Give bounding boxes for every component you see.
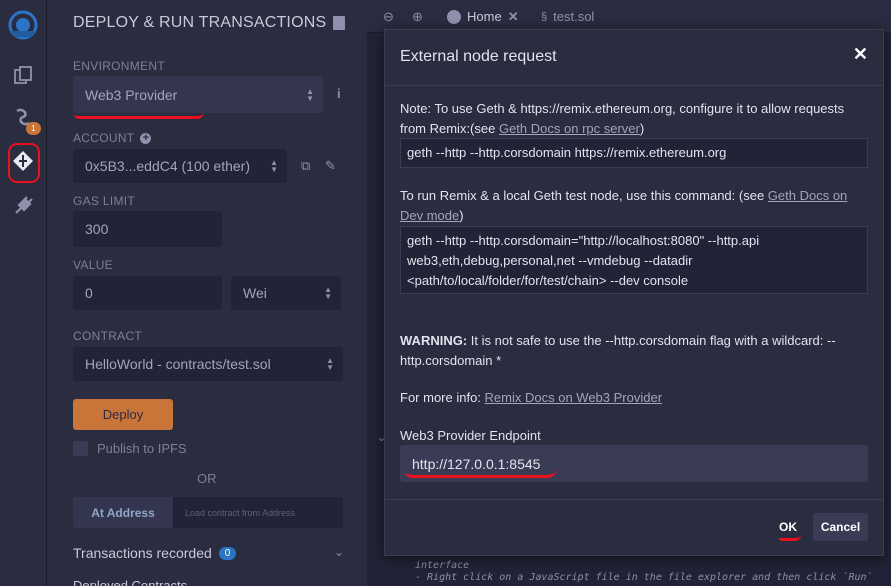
dev-command: geth --http --http.corsdomain="http://lo… [407, 233, 760, 288]
plugin-manager-icon[interactable] [10, 193, 36, 219]
warning-label: WARNING: [400, 333, 468, 348]
publish-ipfs-checkbox[interactable] [73, 441, 88, 456]
info-icon[interactable]: i [337, 86, 341, 101]
value-input[interactable]: 0 [73, 276, 222, 310]
zoom-in-icon[interactable]: ⊕ [412, 9, 423, 25]
copy-icon[interactable]: ⧉ [301, 158, 310, 174]
note-text: Note: To use Geth & https://remix.ethere… [400, 99, 870, 139]
add-account-icon[interactable]: + [140, 132, 152, 144]
account-label-row: ACCOUNT + [73, 131, 152, 145]
deployed-contracts-heading: Deployed Contracts [73, 578, 188, 586]
modal-title: External node request [400, 48, 557, 65]
contract-select[interactable]: HelloWorld - contracts/test.sol ▲ ▼ [73, 347, 343, 381]
select-arrows-icon: ▲ ▼ [306, 86, 314, 103]
transactions-recorded-row[interactable]: Transactions recorded 0 [73, 545, 237, 561]
unit-value: Wei [243, 285, 267, 301]
solidity-file-icon: § [541, 10, 548, 23]
environment-select[interactable]: Web3 Provider ▲ ▼ [73, 76, 323, 113]
contract-value: HelloWorld - contracts/test.sol [85, 356, 271, 372]
tab-test-sol-label: test.sol [553, 9, 595, 24]
icon-rail: 1 [0, 0, 47, 586]
dev-command-box[interactable]: geth --http --http.corsdomain="http://lo… [400, 226, 868, 294]
remix-web3-docs-link[interactable]: Remix Docs on Web3 Provider [485, 390, 663, 405]
deploy-button[interactable]: Deploy [73, 399, 173, 430]
modal-header: External node request ✕ [385, 30, 883, 86]
editor-line: - Right click on a JavaScript file in th… [415, 572, 873, 583]
editor-line: interface [415, 560, 470, 571]
panel-title: DEPLOY & RUN TRANSACTIONS [73, 14, 327, 31]
unit-select[interactable]: Wei ▲ ▼ [231, 276, 341, 310]
home-tab-icon [447, 9, 461, 24]
value-amount: 0 [85, 285, 93, 301]
cancel-button[interactable]: Cancel [813, 513, 868, 541]
geth-command: geth --http --http.corsdomain https://re… [407, 145, 727, 160]
transactions-count-badge: 0 [218, 546, 237, 560]
close-icon[interactable]: ✕ [853, 44, 868, 65]
gas-limit-value: 300 [85, 221, 109, 237]
select-arrows-icon: ▲ ▼ [270, 158, 278, 174]
run-local-close: ) [459, 208, 464, 223]
environment-label: ENVIRONMENT [73, 59, 165, 73]
note-text-close: ) [639, 121, 645, 136]
file-explorer-icon[interactable] [10, 62, 36, 88]
gas-limit-input[interactable]: 300 [73, 211, 222, 247]
run-local-text: To run Remix & a local Geth test node, u… [400, 186, 870, 226]
annotation-circle [8, 143, 40, 183]
select-arrows-icon: ▲ ▼ [326, 356, 334, 372]
more-info-body: For more info: [400, 390, 485, 405]
edit-icon[interactable]: ✎ [325, 158, 336, 174]
more-info-text: For more info: Remix Docs on Web3 Provid… [400, 388, 662, 408]
value-label: VALUE [73, 258, 113, 272]
contract-label: CONTRACT [73, 329, 143, 343]
select-arrows-icon: ▲ ▼ [324, 285, 332, 301]
remix-logo-icon[interactable] [6, 8, 40, 42]
publish-ipfs-label: Publish to IPFS [97, 441, 187, 456]
modal-footer: OK Cancel [385, 499, 883, 555]
close-icon[interactable]: ✕ [508, 9, 519, 25]
annotation-underline [779, 535, 801, 541]
chevron-down-icon[interactable]: ⌄ [334, 545, 344, 559]
environment-value: Web3 Provider [85, 86, 178, 103]
tab-home-label: Home [467, 9, 502, 24]
account-select[interactable]: 0x5B3...eddC4 (100 ether) ▲ ▼ [73, 149, 287, 183]
transactions-recorded-label: Transactions recorded [73, 545, 212, 561]
annotation-underline [405, 468, 557, 478]
deploy-run-panel: DEPLOY & RUN TRANSACTIONS ENVIRONMENT We… [47, 0, 367, 586]
annotation-underline [74, 112, 204, 119]
zoom-out-icon[interactable]: ⊖ [383, 9, 394, 25]
run-local-body: To run Remix & a local Geth test node, u… [400, 188, 768, 203]
or-divider: OR [197, 471, 217, 486]
account-label: ACCOUNT [73, 131, 135, 145]
geth-rpc-docs-link[interactable]: Geth Docs on rpc server [499, 121, 640, 136]
account-value: 0x5B3...eddC4 (100 ether) [85, 158, 250, 174]
gas-limit-label: GAS LIMIT [73, 194, 136, 208]
compiler-warning-badge: 1 [26, 122, 41, 135]
endpoint-label: Web3 Provider Endpoint [400, 428, 541, 443]
documentation-icon[interactable] [333, 16, 345, 30]
external-node-modal: External node request ✕ Note: To use Get… [384, 29, 884, 556]
geth-command-box[interactable]: geth --http --http.corsdomain https://re… [400, 138, 868, 168]
warning-text: WARNING: It is not safe to use the --htt… [400, 331, 860, 371]
load-contract-input[interactable]: Load contract from Address [173, 497, 343, 528]
at-address-button[interactable]: At Address [73, 497, 173, 528]
